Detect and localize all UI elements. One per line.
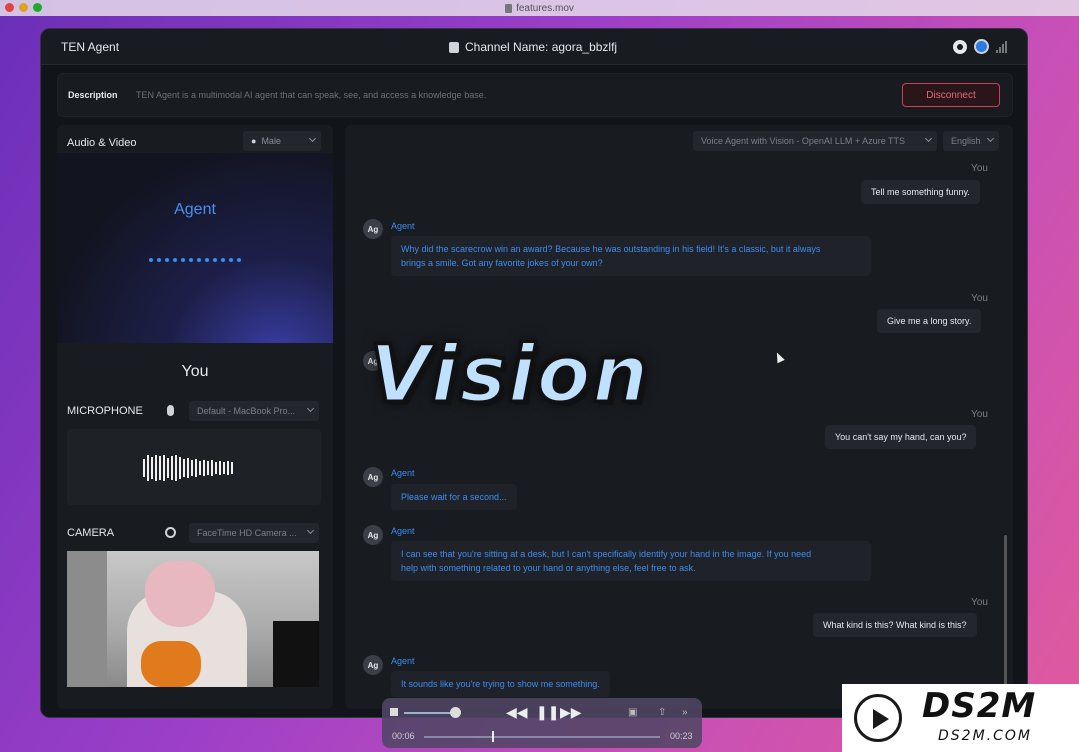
you-label: You (971, 409, 988, 420)
globe-icon[interactable] (974, 39, 989, 54)
camera-device: FaceTime HD Camera ... (197, 528, 297, 538)
agent-label: Agent (174, 201, 216, 218)
playback-playhead[interactable] (492, 731, 495, 742)
agent-message: Why did the scarecrow win an award? Beca… (391, 236, 871, 276)
github-icon[interactable] (953, 39, 967, 54)
audio-video-panel: Audio & Video ● Male Agent You MICROPHON… (57, 125, 333, 709)
remaining-time: 00:23 (670, 731, 693, 741)
agent-message: Please wait for a second... (391, 484, 517, 510)
volume-knob[interactable] (450, 707, 461, 718)
camera-dark-object (273, 621, 319, 687)
volume-slider[interactable] (404, 712, 455, 714)
you-label: You (971, 597, 988, 608)
file-title: features.mov (516, 2, 574, 14)
zoom-window-button[interactable] (33, 3, 42, 12)
you-label: You (181, 363, 209, 380)
agent-message-line: It sounds like you're trying to show me … (401, 679, 600, 689)
chat-scrollbar[interactable] (1004, 535, 1007, 695)
agent-name: Agent (391, 526, 415, 536)
chevron-down-icon (924, 134, 933, 143)
voice-person-icon: ● (251, 136, 257, 146)
minimize-window-button[interactable] (19, 3, 28, 12)
user-message: You can't say my hand, can you? (825, 425, 977, 449)
description-text: TEN Agent is a multimodal AI agent that … (136, 90, 487, 100)
watermark: DS2M DS2M.COM (842, 684, 1079, 752)
agent-message-line: Why did the scarecrow win an award? Beca… (401, 244, 821, 254)
document-icon (505, 3, 513, 13)
channel-name: Channel Name: agora_bbzlfj (449, 40, 617, 54)
agent-name: Agent (391, 656, 415, 666)
voice-select[interactable]: ● Male (243, 131, 321, 151)
chevron-down-icon (306, 526, 315, 535)
rewind-icon[interactable]: ◀◀ (506, 704, 528, 721)
watermark-brand: DS2M (922, 686, 1037, 726)
agent-avatar: Ag (363, 219, 383, 239)
channel-icon (449, 41, 459, 53)
agent-message: It sounds like you're trying to show me … (391, 671, 610, 697)
agent-name: Agent (391, 468, 415, 478)
chevron-down-icon (986, 134, 995, 143)
window-title: features.mov (505, 3, 574, 14)
top-bar: TEN Agent Channel Name: agora_bbzlfj (41, 29, 1027, 65)
agent-view: Agent (57, 153, 333, 343)
chevron-down-icon (306, 404, 315, 413)
close-window-button[interactable] (5, 3, 14, 12)
watermark-domain: DS2M.COM (938, 728, 1032, 744)
pause-icon[interactable]: ❚❚ (536, 704, 559, 721)
microphone-select[interactable]: Default - MacBook Pro... (189, 401, 319, 421)
user-message: Give me a long story. (877, 309, 982, 333)
you-label: You (971, 293, 988, 304)
vision-overlay-title: Vision (368, 329, 651, 422)
disconnect-button[interactable]: Disconnect (902, 83, 1000, 107)
microphone-label: MICROPHONE (67, 405, 143, 417)
microphone-visualizer (67, 429, 321, 505)
playback-progress-bar[interactable] (424, 736, 660, 738)
agent-message-line: Please wait for a second... (401, 492, 507, 502)
camera-orange-object (141, 641, 201, 687)
mac-title-bar: features.mov (0, 0, 1079, 16)
video-player-controls: ◀◀ ❚❚ ▶▶ ▣ ⇧ » 00:06 00:23 (382, 698, 702, 748)
picture-in-picture-icon[interactable]: ▣ (628, 707, 637, 718)
fast-forward-icon[interactable]: ▶▶ (560, 704, 582, 721)
user-message: What kind is this? What kind is this? (813, 613, 977, 637)
voice-value: Male (261, 136, 281, 146)
camera-select[interactable]: FaceTime HD Camera ... (189, 523, 319, 543)
channel-label: Channel Name: agora_bbzlfj (465, 40, 618, 54)
microphone-device: Default - MacBook Pro... (197, 406, 296, 416)
description-bar: Description TEN Agent is a multimodal AI… (57, 73, 1013, 117)
language-value: English (951, 136, 981, 146)
camera-preview (67, 551, 319, 687)
agent-message-line: help with something related to your hand… (401, 563, 696, 573)
agent-message: I can see that you're sitting at a desk,… (391, 541, 871, 581)
graph-select[interactable]: Voice Agent with Vision - OpenAI LLM + A… (693, 131, 937, 151)
microphone-icon[interactable] (167, 405, 174, 416)
description-label: Description (68, 90, 118, 100)
top-icons (953, 39, 1007, 54)
more-icon[interactable]: » (682, 707, 688, 718)
agent-message-line: brings a smile. Got any favorite jokes o… (401, 258, 603, 268)
app-name: TEN Agent (61, 40, 120, 54)
user-message: Tell me something funny. (861, 180, 980, 204)
agent-name: Agent (391, 221, 415, 231)
agent-avatar: Ag (363, 467, 383, 487)
volume-icon[interactable] (390, 708, 398, 716)
agent-avatar: Ag (363, 655, 383, 675)
audio-bars (143, 455, 233, 481)
elapsed-time: 00:06 (392, 731, 415, 741)
agent-avatar: Ag (363, 525, 383, 545)
agent-message-line: I can see that you're sitting at a desk,… (401, 549, 812, 559)
camera-icon[interactable] (165, 527, 176, 538)
ds2m-logo-icon (854, 694, 902, 742)
audio-video-title: Audio & Video (67, 137, 137, 149)
language-select[interactable]: English (943, 131, 999, 151)
graph-value: Voice Agent with Vision - OpenAI LLM + A… (701, 136, 906, 146)
traffic-lights (5, 3, 42, 12)
agent-audio-visualizer (149, 258, 241, 262)
share-icon[interactable]: ⇧ (658, 707, 666, 718)
network-signal-icon (996, 40, 1007, 53)
camera-label: CAMERA (67, 527, 115, 539)
camera-background-shelf (67, 551, 107, 687)
chevron-down-icon (308, 134, 317, 143)
you-label: You (971, 163, 988, 174)
